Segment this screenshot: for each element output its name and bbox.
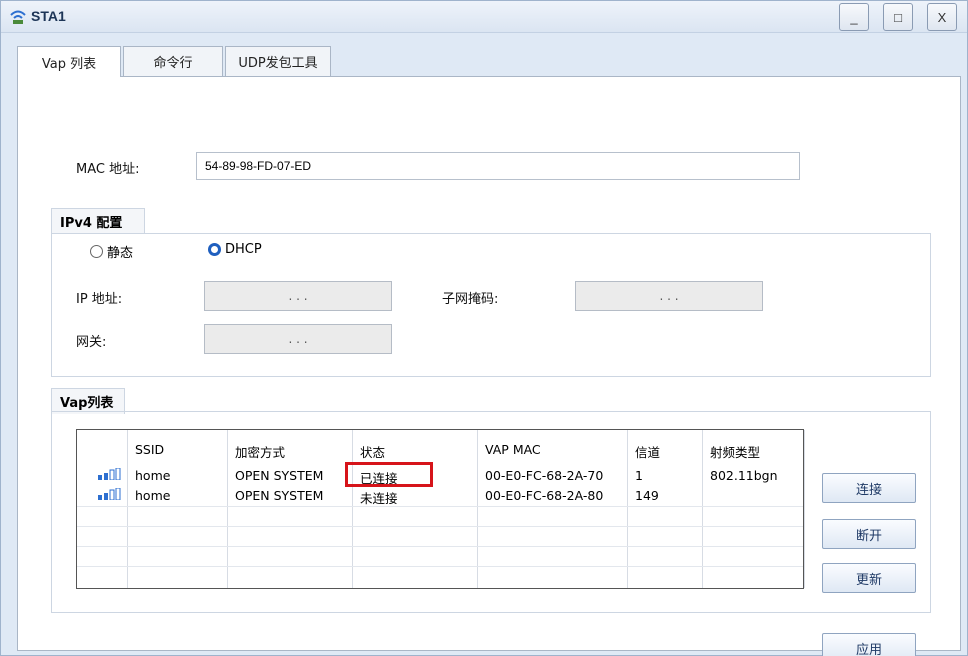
ip-label: IP 地址: [76, 292, 123, 307]
tab-vap-list[interactable]: Vap 列表 [17, 46, 121, 77]
row2-ssid[interactable]: home [135, 488, 170, 503]
app-icon [10, 10, 26, 24]
subnet-label: 子网掩码: [442, 292, 499, 307]
ipv4-group-title: IPv4 配置 [51, 208, 145, 234]
col-ssid[interactable]: SSID [135, 442, 164, 457]
row1-encryption[interactable]: OPEN SYSTEM [235, 468, 323, 483]
status-highlight-box [345, 462, 433, 487]
row1-channel[interactable]: 1 [635, 468, 643, 483]
signal-icon [98, 468, 121, 480]
col-status[interactable]: 状态 [360, 442, 385, 461]
window: STA1 _ □ X Vap 列表 命令行 UDP发包工具 MAC 地址: 54… [0, 0, 968, 656]
col-channel[interactable]: 信道 [635, 442, 660, 461]
radio-dhcp-icon [208, 243, 221, 256]
gateway-label: 网关: [76, 335, 107, 350]
minimize-button[interactable]: _ [839, 3, 869, 31]
ip-field[interactable]: . . . [204, 281, 392, 311]
radio-dhcp-label: DHCP [225, 242, 262, 257]
row2-encryption[interactable]: OPEN SYSTEM [235, 488, 323, 503]
close-button[interactable]: X [927, 3, 957, 31]
disconnect-button[interactable]: 断开 [822, 519, 916, 549]
maximize-button[interactable]: □ [883, 3, 913, 31]
row2-mac[interactable]: 00-E0-FC-68-2A-80 [485, 488, 603, 503]
radio-static-label: 静态 [107, 246, 134, 261]
apply-button[interactable]: 应用 [822, 633, 916, 656]
col-vap-mac[interactable]: VAP MAC [485, 442, 541, 457]
signal-icon [98, 488, 121, 500]
gateway-field[interactable]: . . . [204, 324, 392, 354]
tab-command-line[interactable]: 命令行 [123, 46, 223, 76]
refresh-button[interactable]: 更新 [822, 563, 916, 593]
window-title: STA1 [31, 8, 66, 24]
subnet-field[interactable]: . . . [575, 281, 763, 311]
row2-channel[interactable]: 149 [635, 488, 659, 503]
mac-label: MAC 地址: [76, 162, 140, 177]
vap-table: SSID 加密方式 状态 VAP MAC 信道 射频类型 home OPEN S… [76, 429, 805, 589]
main-panel: MAC 地址: 54-89-98-FD-07-ED IPv4 配置 静态 DHC… [17, 76, 961, 656]
col-radio-type[interactable]: 射频类型 [710, 442, 760, 461]
tab-udp-tool[interactable]: UDP发包工具 [225, 46, 331, 76]
row1-mac[interactable]: 00-E0-FC-68-2A-70 [485, 468, 603, 483]
row1-radio[interactable]: 802.11bgn [710, 468, 778, 483]
row2-status[interactable]: 未连接 [360, 488, 398, 507]
title-bar: STA1 _ □ X [1, 1, 967, 33]
col-encryption[interactable]: 加密方式 [235, 442, 285, 461]
content-area: Vap 列表 命令行 UDP发包工具 MAC 地址: 54-89-98-FD-0… [9, 39, 961, 656]
radio-dhcp[interactable]: DHCP [208, 242, 262, 257]
row1-ssid[interactable]: home [135, 468, 170, 483]
radio-static[interactable]: 静态 [90, 242, 133, 261]
mac-field[interactable]: 54-89-98-FD-07-ED [196, 152, 800, 180]
connect-button[interactable]: 连接 [822, 473, 916, 503]
radio-static-icon [90, 245, 103, 258]
